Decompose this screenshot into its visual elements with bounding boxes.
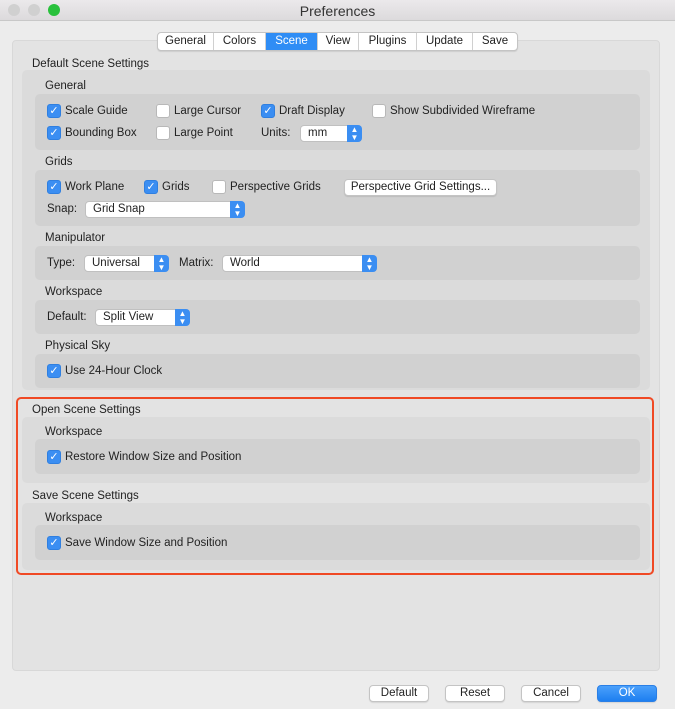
checkbox-label: Large Point bbox=[174, 127, 233, 139]
window-title: Preferences bbox=[299, 3, 376, 19]
tab-colors[interactable]: Colors bbox=[214, 33, 266, 50]
chevron-updown-icon: ▲ ▼ bbox=[347, 125, 362, 142]
tab-bar: General Colors Scene View Plugins Update… bbox=[157, 32, 518, 51]
group-title: Physical Sky bbox=[45, 340, 111, 352]
group-title: Manipulator bbox=[45, 232, 106, 244]
type-value: Universal bbox=[92, 257, 140, 269]
bounding-box-checkbox[interactable]: ✓ bbox=[47, 126, 61, 140]
default-button[interactable]: Default bbox=[369, 685, 429, 702]
checkbox-label: Large Cursor bbox=[174, 105, 242, 117]
units-value: mm bbox=[308, 127, 328, 139]
tab-general[interactable]: General bbox=[158, 33, 214, 50]
ok-button[interactable]: OK bbox=[597, 685, 657, 702]
perspective-grids-checkbox[interactable] bbox=[212, 180, 226, 194]
tab-view[interactable]: View bbox=[318, 33, 359, 50]
highlight-annotation bbox=[16, 397, 654, 575]
matrix-select[interactable]: World ▲ ▼ bbox=[222, 255, 377, 272]
chevron-updown-icon: ▲ ▼ bbox=[230, 201, 245, 218]
24-hour-clock-checkbox[interactable]: ✓ bbox=[47, 364, 61, 378]
snap-label: Snap: bbox=[47, 203, 78, 215]
tab-save[interactable]: Save bbox=[473, 33, 517, 50]
group-title: General bbox=[45, 80, 86, 92]
large-point-checkbox[interactable] bbox=[156, 126, 170, 140]
type-select[interactable]: Universal ▲ ▼ bbox=[84, 255, 169, 272]
chevron-updown-icon: ▲ ▼ bbox=[362, 255, 377, 272]
chevron-updown-icon: ▲ ▼ bbox=[175, 309, 190, 326]
scale-guide-checkbox[interactable]: ✓ bbox=[47, 104, 61, 118]
reset-button[interactable]: Reset bbox=[445, 685, 505, 702]
tab-update[interactable]: Update bbox=[417, 33, 473, 50]
snap-value: Grid Snap bbox=[93, 203, 145, 215]
cancel-button[interactable]: Cancel bbox=[521, 685, 581, 702]
units-select[interactable]: mm ▲ ▼ bbox=[300, 125, 362, 142]
grids-checkbox[interactable]: ✓ bbox=[144, 180, 158, 194]
large-cursor-checkbox[interactable] bbox=[156, 104, 170, 118]
checkbox-label: Work Plane bbox=[65, 181, 125, 193]
draft-display-checkbox[interactable]: ✓ bbox=[261, 104, 275, 118]
default-label: Default: bbox=[47, 311, 87, 323]
chevron-updown-icon: ▲ ▼ bbox=[154, 255, 169, 272]
checkbox-label: Draft Display bbox=[279, 105, 345, 117]
work-plane-checkbox[interactable]: ✓ bbox=[47, 180, 61, 194]
section-title: Default Scene Settings bbox=[32, 58, 149, 70]
tab-scene[interactable]: Scene bbox=[266, 33, 318, 50]
checkbox-label: Scale Guide bbox=[65, 105, 128, 117]
snap-select[interactable]: Grid Snap ▲ ▼ bbox=[85, 201, 245, 218]
checkbox-label: Bounding Box bbox=[65, 127, 137, 139]
perspective-grid-settings-button[interactable]: Perspective Grid Settings... bbox=[344, 179, 497, 196]
group-title: Grids bbox=[45, 156, 73, 168]
matrix-label: Matrix: bbox=[179, 257, 214, 269]
units-label: Units: bbox=[261, 127, 291, 139]
checkbox-label: Show Subdivided Wireframe bbox=[390, 105, 536, 117]
checkbox-label: Grids bbox=[162, 181, 190, 193]
matrix-value: World bbox=[230, 257, 260, 269]
checkbox-label: Perspective Grids bbox=[230, 181, 321, 193]
type-label: Type: bbox=[47, 257, 76, 269]
tab-plugins[interactable]: Plugins bbox=[359, 33, 417, 50]
group-title: Workspace bbox=[45, 286, 103, 298]
show-subdivided-checkbox[interactable] bbox=[372, 104, 386, 118]
workspace-value: Split View bbox=[103, 311, 154, 323]
default-workspace-select[interactable]: Split View ▲ ▼ bbox=[95, 309, 190, 326]
checkbox-label: Use 24-Hour Clock bbox=[65, 365, 163, 377]
